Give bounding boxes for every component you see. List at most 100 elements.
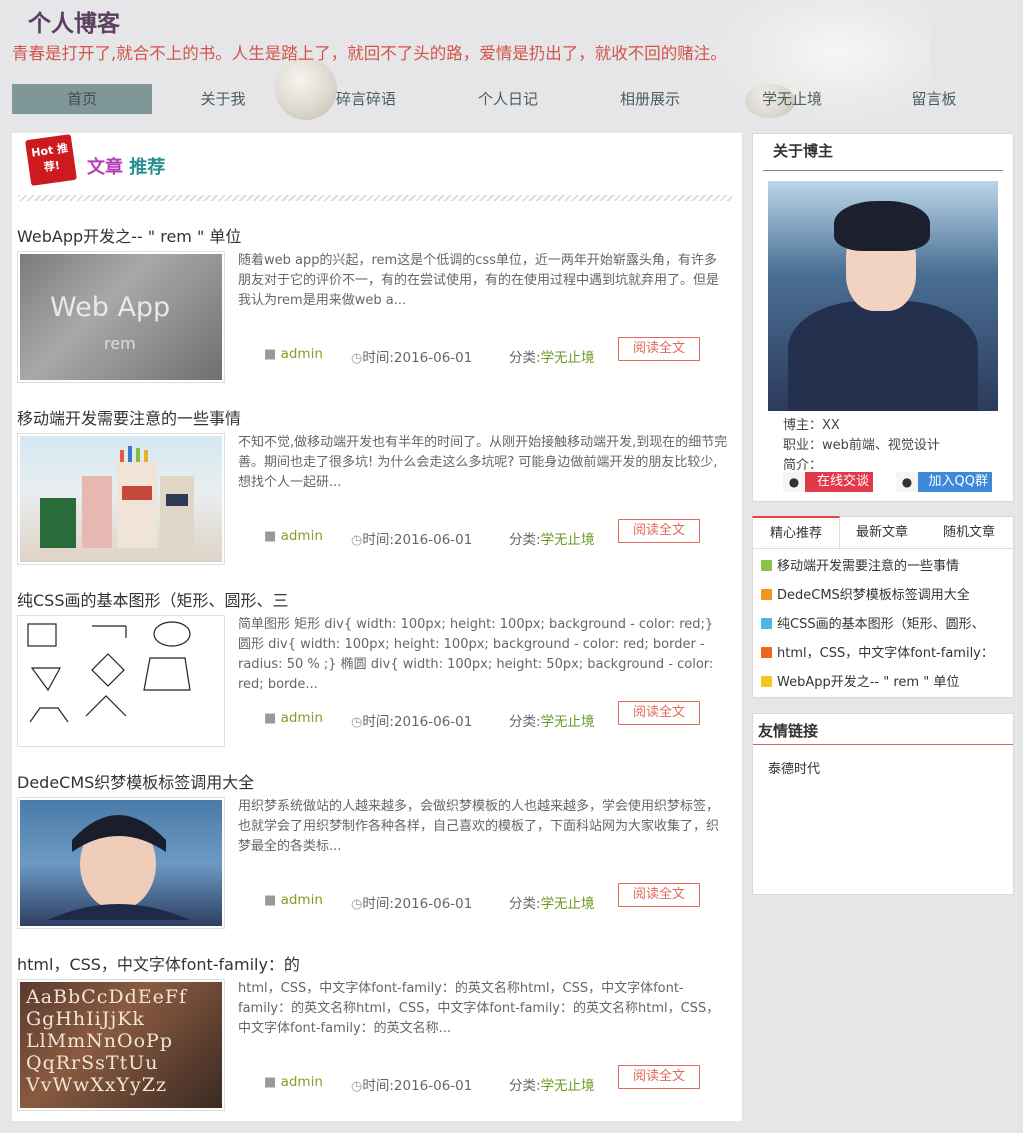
- article-title[interactable]: 纯CSS画的基本图形（矩形、圆形、三: [17, 587, 317, 611]
- section-title: 文章 推荐: [87, 153, 165, 179]
- blogger-intro: 简介：: [783, 458, 823, 473]
- user-icon: ■: [264, 711, 277, 726]
- clock-icon: ◷: [351, 715, 363, 730]
- list-item-label: html，CSS，中文字体font-family：: [777, 646, 994, 661]
- tab-featured[interactable]: 精心推荐: [752, 516, 840, 548]
- article-time: ◷时间:2016-06-01: [351, 1074, 472, 1094]
- article-thumbnail[interactable]: [17, 797, 225, 929]
- list-item[interactable]: WebApp开发之-- " rem " 单位: [761, 671, 1011, 700]
- article-time: ◷时间:2016-06-01: [351, 710, 472, 730]
- read-more-button[interactable]: 阅读全文: [618, 1065, 700, 1089]
- join-qq-group-button[interactable]: ● 加入QQ群: [896, 472, 992, 492]
- read-more-button[interactable]: 阅读全文: [618, 337, 700, 361]
- tab-latest[interactable]: 最新文章: [841, 517, 923, 548]
- list-item[interactable]: DedeCMS织梦模板标签调用大全: [761, 584, 1011, 613]
- list-item[interactable]: 纯CSS画的基本图形（矩形、圆形、: [761, 613, 1011, 642]
- zigzag-divider: [18, 195, 732, 201]
- pencil-cups-image: [40, 446, 194, 548]
- article-category: 分类:学无止境: [509, 346, 595, 366]
- site-slogan: 青春是打开了,就合不上的书。人生是踏上了，就回不了头的路，爱情是扔出了，就收不回…: [12, 44, 727, 63]
- online-chat-button[interactable]: ● 在线交谈: [783, 472, 873, 492]
- blogger-name: 博主：XX: [783, 418, 840, 433]
- article-time: ◷时间:2016-06-01: [351, 892, 472, 912]
- nav-item-learning[interactable]: 学无止境: [742, 84, 842, 114]
- clock-icon: ◷: [351, 533, 363, 548]
- category-label: 分类:: [509, 1078, 541, 1094]
- nav-item-notes[interactable]: 碎言碎语: [316, 84, 416, 114]
- article-excerpt: 简单图形 矩形 div{ width: 100px; height: 100px…: [238, 617, 714, 692]
- article-author[interactable]: ■ admin: [264, 710, 323, 726]
- nav-item-about[interactable]: 关于我: [178, 84, 268, 114]
- site-title[interactable]: 个人博客: [28, 4, 120, 38]
- blogger-job: 职业：web前端、视觉设计: [783, 438, 940, 453]
- bullet-icon: [761, 589, 772, 600]
- article-excerpt: 不知不觉,做移动端开发也有半年的时间了。从刚开始接触移动端开发,到现在的细节完善…: [238, 435, 728, 490]
- read-more-button[interactable]: 阅读全文: [618, 883, 700, 907]
- section-title-part1: 文章: [87, 157, 123, 178]
- blogger-avatar: [768, 181, 998, 411]
- category-link[interactable]: 学无止境: [541, 714, 595, 730]
- read-more-button[interactable]: 阅读全文: [618, 519, 700, 543]
- hot-badge-icon: Hot 推荐!: [25, 134, 77, 186]
- user-icon: ■: [264, 1075, 277, 1090]
- author-name: admin: [280, 892, 323, 908]
- category-label: 分类:: [509, 714, 541, 730]
- css-shapes-sketch-image: [27, 621, 191, 723]
- article-time: ◷时间:2016-06-01: [351, 346, 472, 366]
- user-icon: ■: [264, 347, 277, 362]
- friend-links-divider: [753, 744, 1013, 745]
- article-excerpt: 随着web app的兴起，rem这是个低调的css单位，近一两年开始崭露头角，有…: [238, 253, 720, 308]
- read-more-button[interactable]: 阅读全文: [618, 701, 700, 725]
- article-author[interactable]: ■ admin: [264, 1074, 323, 1090]
- article-author[interactable]: ■ admin: [264, 346, 323, 362]
- tab-random[interactable]: 随机文章: [929, 517, 1009, 548]
- nav-item-guestbook[interactable]: 留言板: [884, 84, 984, 114]
- about-blogger-panel: 关于博主 博主：XX 职业：web前端、视觉设计 简介： ● 在线交谈 ● 加入…: [752, 133, 1014, 502]
- recommend-list: 移动端开发需要注意的一些事情 DedeCMS织梦模板标签调用大全 纯CSS画的基…: [761, 555, 1011, 700]
- user-icon: ■: [264, 893, 277, 908]
- time-value: 时间:2016-06-01: [362, 350, 473, 366]
- bullet-icon: [761, 647, 772, 658]
- article-thumbnail[interactable]: [17, 433, 225, 565]
- friend-link[interactable]: 泰德时代: [768, 758, 820, 777]
- category-link[interactable]: 学无止境: [541, 896, 595, 912]
- article-list-panel: Hot 推荐! 文章 推荐 WebApp开发之-- " rem " 单位 Web…: [12, 133, 742, 1121]
- nav-item-diary[interactable]: 个人日记: [458, 84, 558, 114]
- time-value: 时间:2016-06-01: [362, 714, 473, 730]
- list-item-label: WebApp开发之-- " rem " 单位: [777, 675, 960, 690]
- article-item: DedeCMS织梦模板标签调用大全 用织梦系统做站的人越来越多，会做织梦模板的人…: [12, 769, 742, 951]
- list-item-label: 移动端开发需要注意的一些事情: [777, 559, 960, 574]
- article-author[interactable]: ■ admin: [264, 892, 323, 908]
- site-header: 个人博客 青春是打开了,就合不上的书。人生是踏上了，就回不了头的路，爱情是扔出了…: [0, 0, 1023, 130]
- nav-item-home[interactable]: 首页: [12, 84, 152, 114]
- article-item: 纯CSS画的基本图形（矩形、圆形、三 简单图形 矩形 div{ width: 1…: [12, 587, 742, 769]
- article-category: 分类:学无止境: [509, 1074, 595, 1094]
- clock-icon: ◷: [351, 351, 363, 366]
- article-item: WebApp开发之-- " rem " 单位 Web App rem 随着web…: [12, 223, 742, 405]
- list-item[interactable]: html，CSS，中文字体font-family：: [761, 642, 1011, 671]
- article-thumbnail[interactable]: [17, 615, 225, 747]
- bullet-icon: [761, 676, 772, 687]
- category-link[interactable]: 学无止境: [541, 532, 595, 548]
- list-item-label: DedeCMS织梦模板标签调用大全: [777, 588, 970, 603]
- article-author[interactable]: ■ admin: [264, 528, 323, 544]
- article-thumbnail[interactable]: AaBbCcDdEeFf GgHhIiJjKk LlMmNnOoPp QqRrS…: [17, 979, 225, 1111]
- list-item[interactable]: 移动端开发需要注意的一些事情: [761, 555, 1011, 584]
- chat-label: 在线交谈: [816, 474, 869, 489]
- article-title[interactable]: WebApp开发之-- " rem " 单位: [17, 223, 317, 247]
- bullet-icon: [761, 618, 772, 629]
- author-name: admin: [280, 1074, 323, 1090]
- thumb-text-small: rem: [104, 334, 136, 353]
- article-thumbnail[interactable]: Web App rem: [17, 251, 225, 383]
- clock-icon: ◷: [351, 1079, 363, 1094]
- category-label: 分类:: [509, 896, 541, 912]
- article-title[interactable]: 移动端开发需要注意的一些事情: [17, 405, 317, 429]
- nav-item-album[interactable]: 相册展示: [600, 84, 700, 114]
- time-value: 时间:2016-06-01: [362, 1078, 473, 1094]
- article-title[interactable]: html，CSS，中文字体font-family：的: [17, 951, 317, 975]
- category-link[interactable]: 学无止境: [541, 350, 595, 366]
- article-item: html，CSS，中文字体font-family：的 AaBbCcDdEeFf …: [12, 951, 742, 1133]
- article-title[interactable]: DedeCMS织梦模板标签调用大全: [17, 769, 317, 793]
- portrait-photo-image: [48, 815, 190, 920]
- category-link[interactable]: 学无止境: [541, 1078, 595, 1094]
